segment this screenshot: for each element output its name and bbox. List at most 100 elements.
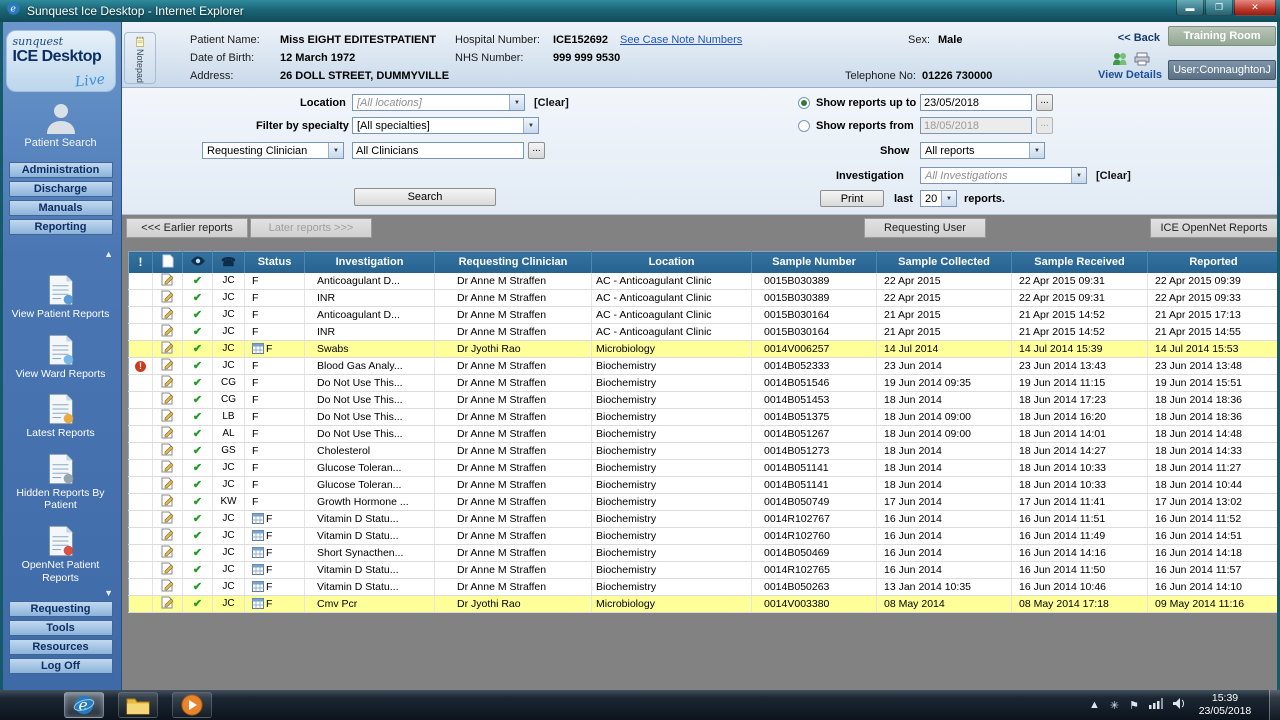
cell-report-icon[interactable] [152, 289, 183, 307]
taskbar-clock[interactable]: 15:39 23/05/2018 [1192, 692, 1258, 718]
eye-column-icon[interactable] [182, 251, 213, 273]
table-row[interactable]: ✔ JC F Cmv Pcr Dr Jyothi Rao Microbiology 0014… [128, 595, 1280, 613]
tray-settings-icon[interactable]: ✳ [1110, 699, 1119, 712]
sidebar-item-tools[interactable]: Tools [8, 620, 113, 636]
chevron-down-icon[interactable]: ▼ [509, 95, 524, 110]
show-desktop-button[interactable] [1269, 690, 1280, 720]
cell-report-icon[interactable] [152, 561, 183, 579]
show-up-to-date-input[interactable] [920, 94, 1032, 111]
column-header-reported[interactable]: Reported [1147, 251, 1280, 273]
cell-report-icon[interactable] [152, 272, 183, 290]
window-titlebar[interactable]: e Sunquest Ice Desktop - Internet Explor… [0, 0, 1280, 22]
table-row[interactable]: ✔ CG F Do Not Use This... Dr Anne M Straffen… [128, 374, 1280, 392]
table-row[interactable]: ✔ JC F Vitamin D Statu... Dr Anne M Straffen… [128, 578, 1280, 596]
cell-report-icon[interactable] [152, 544, 183, 562]
sidebar-item-discharge[interactable]: Discharge [8, 181, 113, 197]
chevron-down-icon[interactable]: ▼ [1071, 168, 1086, 183]
sidebar-item-opennet-patient-reports[interactable]: OpenNet Patient Reports [9, 525, 113, 584]
last-count-dropdown[interactable]: 20 ▼ [920, 190, 957, 207]
ice-opennet-reports-button[interactable]: ICE OpenNet Reports [1150, 218, 1278, 238]
show-from-date-input[interactable] [920, 117, 1032, 134]
sidebar-item-reporting[interactable]: Reporting [8, 219, 113, 235]
scroll-down-icon[interactable]: ▼ [0, 588, 121, 598]
show-from-radio[interactable] [798, 120, 810, 132]
cell-report-icon[interactable] [152, 493, 183, 511]
cell-report-icon[interactable] [152, 357, 183, 375]
chevron-down-icon[interactable]: ▼ [1029, 143, 1044, 158]
action-center-flag-icon[interactable]: ⚑ [1129, 699, 1139, 712]
table-row[interactable]: ✔ GS F Cholesterol Dr Anne M Straffen Biochem… [128, 442, 1280, 460]
maximize-button[interactable]: ❐ [1205, 0, 1233, 16]
investigation-clear-link[interactable]: [Clear] [1096, 170, 1131, 182]
sidebar-item-view-ward-reports[interactable]: View Ward Reports [9, 334, 113, 381]
document-column-icon[interactable] [152, 251, 183, 273]
notepad-tab[interactable]: Notepad [124, 32, 156, 84]
column-header-status[interactable]: Status [244, 251, 305, 273]
show-dropdown[interactable]: All reports ▼ [920, 142, 1045, 159]
clinician-type-dropdown[interactable]: Requesting Clinician ▼ [202, 142, 344, 159]
network-icon[interactable] [1149, 696, 1163, 714]
table-row[interactable]: ✔ JC F Glucose Toleran... Dr Anne M Straffen… [128, 459, 1280, 477]
location-clear-link[interactable]: [Clear] [534, 97, 569, 109]
table-row[interactable]: ✔ LB F Do Not Use This... Dr Anne M Straffen… [128, 408, 1280, 426]
specialty-dropdown[interactable]: [All specialties] ▼ [352, 117, 539, 134]
view-details-link[interactable]: View Details [1098, 69, 1162, 81]
table-row[interactable]: ✔ JC F Anticoagulant D... Dr Anne M Straffen… [128, 272, 1280, 290]
search-button[interactable]: Search [354, 188, 496, 206]
print-button[interactable]: Print [820, 190, 884, 207]
table-row[interactable]: ✔ JC F INR Dr Anne M Straffen AC - Anticoagul… [128, 289, 1280, 307]
volume-icon[interactable] [1173, 696, 1186, 714]
cell-report-icon[interactable] [152, 459, 183, 477]
minimize-button[interactable]: ▬ [1176, 0, 1204, 16]
show-up-to-radio[interactable] [798, 97, 810, 109]
cell-report-icon[interactable] [152, 340, 183, 358]
table-row[interactable]: ✔ JC F Short Synacthen... Dr Anne M Straffen… [128, 544, 1280, 562]
sidebar-item-log-off[interactable]: Log Off [8, 658, 113, 674]
table-row[interactable]: ✔ JC F Glucose Toleran... Dr Anne M Straffen… [128, 476, 1280, 494]
phone-column-icon[interactable]: ☎ [212, 251, 245, 273]
table-row[interactable]: ! ✔ JC F Blood Gas Analy... Dr Anne M Straffe… [128, 357, 1280, 375]
table-row[interactable]: ✔ JC F Vitamin D Statu... Dr Anne M Straffen… [128, 527, 1280, 545]
cell-report-icon[interactable] [152, 527, 183, 545]
sidebar-item-hidden-reports-by-patient[interactable]: Hidden Reports By Patient [9, 453, 113, 512]
cell-report-icon[interactable] [152, 391, 183, 409]
taskbar-media-player-button[interactable] [172, 692, 212, 718]
cell-report-icon[interactable] [152, 425, 183, 443]
sidebar-item-manuals[interactable]: Manuals [8, 200, 113, 216]
table-row[interactable]: ✔ JC F Vitamin D Statu... Dr Anne M Straffen… [128, 561, 1280, 579]
sidebar-item-requesting[interactable]: Requesting [8, 601, 113, 617]
cell-report-icon[interactable] [152, 442, 183, 460]
cell-report-icon[interactable] [152, 306, 183, 324]
table-row[interactable]: ✔ JC F Anticoagulant D... Dr Anne M Straffen… [128, 306, 1280, 324]
cell-report-icon[interactable] [152, 510, 183, 528]
cell-report-icon[interactable] [152, 595, 183, 613]
location-dropdown[interactable]: [All locations] ▼ [352, 94, 525, 111]
table-row[interactable]: ✔ CG F Do Not Use This... Dr Anne M Straffen… [128, 391, 1280, 409]
sidebar-item-resources[interactable]: Resources [8, 639, 113, 655]
cell-report-icon[interactable] [152, 323, 183, 341]
investigation-dropdown[interactable]: All Investigations ▼ [920, 167, 1087, 184]
sidebar-item-administration[interactable]: Administration [8, 162, 113, 178]
scroll-up-icon[interactable]: ▲ [0, 249, 121, 259]
taskbar-ie-button[interactable]: e [64, 692, 104, 718]
alert-column-icon[interactable]: ! [128, 251, 153, 273]
column-header-investigation[interactable]: Investigation [304, 251, 435, 273]
show-up-to-calendar-button[interactable]: ... [1036, 94, 1053, 111]
cell-report-icon[interactable] [152, 408, 183, 426]
case-note-numbers-link[interactable]: See Case Note Numbers [620, 34, 742, 46]
sidebar-item-latest-reports[interactable]: Latest Reports [9, 393, 113, 440]
table-row[interactable]: ✔ JC F INR Dr Anne M Straffen AC - Anticoagul… [128, 323, 1280, 341]
tray-expand-icon[interactable]: ▲ [1089, 699, 1100, 711]
chevron-down-icon[interactable]: ▼ [523, 118, 538, 133]
clinician-lookup-button[interactable]: ... [528, 142, 545, 159]
requesting-user-button[interactable]: Requesting User [864, 218, 986, 238]
clinician-input[interactable] [352, 142, 524, 159]
table-row[interactable]: ✔ JC F Vitamin D Statu... Dr Anne M Straffen… [128, 510, 1280, 528]
cell-report-icon[interactable] [152, 476, 183, 494]
cell-report-icon[interactable] [152, 374, 183, 392]
table-row[interactable]: ✔ AL F Do Not Use This... Dr Anne M Straffen… [128, 425, 1280, 443]
column-header-sample-collected[interactable]: Sample Collected [876, 251, 1012, 273]
column-header-location[interactable]: Location [591, 251, 752, 273]
cell-report-icon[interactable] [152, 578, 183, 596]
earlier-reports-button[interactable]: <<< Earlier reports [126, 218, 248, 238]
